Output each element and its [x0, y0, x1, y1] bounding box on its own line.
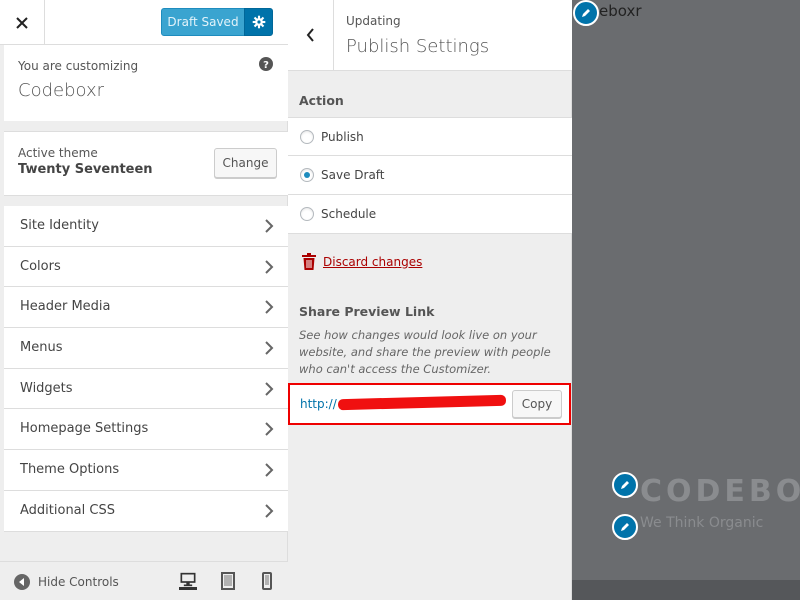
menu-item-theme-options[interactable]: Theme Options — [4, 450, 288, 491]
chevron-right-icon — [265, 422, 274, 437]
tablet-preview-icon[interactable] — [219, 572, 237, 590]
radio-publish[interactable]: Publish — [288, 117, 572, 156]
customizer-footer: Hide Controls — [0, 561, 288, 600]
publish-settings-header: Updating Publish Settings — [288, 0, 572, 71]
menu-item-label: Colors — [20, 258, 61, 274]
customizing-info: You are customizing Codeboxr ? — [4, 45, 288, 121]
redaction-mark — [337, 394, 507, 411]
menu-item-label: Header Media — [20, 299, 111, 315]
preview-tagline: We Think Organic — [640, 515, 764, 531]
share-preview-description: See how changes would look live on your … — [299, 328, 551, 376]
menu-item-label: Theme Options — [20, 462, 120, 478]
menu-item-homepage-settings[interactable]: Homepage Settings — [4, 409, 288, 451]
action-section-title: Action — [299, 93, 344, 108]
menu-item-widgets[interactable]: Widgets — [4, 368, 288, 410]
draft-saved-button[interactable]: Draft Saved — [161, 8, 245, 36]
chevron-right-icon — [265, 259, 274, 274]
gear-icon — [252, 15, 265, 29]
publish-settings-panel: Updating Publish Settings Action Publish… — [288, 0, 572, 600]
customizer-sidebar: Draft Saved You are customizing Codeboxr… — [0, 0, 288, 600]
preview-bottom-strip — [572, 580, 800, 600]
menu-item-label: Additional CSS — [20, 502, 115, 518]
change-theme-button[interactable]: Change — [214, 148, 277, 178]
menu-item-colors[interactable]: Colors — [4, 246, 288, 288]
chevron-right-icon — [265, 504, 274, 518]
chevron-right-icon — [265, 463, 274, 477]
theme-name: Twenty Seventeen — [18, 162, 153, 177]
svg-text:?: ? — [263, 60, 269, 71]
desktop-preview-icon[interactable] — [179, 572, 197, 590]
pencil-icon — [582, 9, 590, 17]
site-preview: eboxr CODEBO We Think Organic — [572, 0, 800, 600]
edit-shortcut-button[interactable] — [573, 0, 599, 26]
edit-shortcut-button[interactable] — [612, 514, 638, 540]
copy-button[interactable]: Copy — [512, 390, 562, 418]
radio-button[interactable] — [300, 207, 314, 221]
chevron-right-icon — [265, 382, 274, 396]
chevron-left-icon — [306, 28, 314, 42]
radio-schedule[interactable]: Schedule — [288, 195, 572, 234]
share-preview-title: Share Preview Link — [299, 304, 435, 319]
active-theme-label: Active theme — [18, 146, 98, 160]
radio-label: Schedule — [321, 207, 377, 221]
discard-changes-link[interactable]: Discard changes — [301, 253, 422, 270]
publish-settings-button[interactable] — [244, 8, 273, 36]
radio-button[interactable] — [300, 130, 314, 144]
updating-label: Updating — [346, 14, 401, 28]
site-title: Codeboxr — [18, 80, 105, 101]
menu-item-menus[interactable]: Menus — [4, 328, 288, 369]
radio-save-draft[interactable]: Save Draft — [288, 156, 572, 195]
customizer-menu: Site Identity Colors Header Media Menus … — [4, 206, 288, 532]
help-icon[interactable]: ? — [259, 57, 273, 71]
pencil-icon — [621, 481, 629, 489]
chevron-right-icon — [265, 341, 274, 355]
menu-item-header-media[interactable]: Header Media — [4, 287, 288, 329]
panel-title: Publish Settings — [346, 36, 490, 57]
close-icon — [16, 16, 28, 29]
preview-link-field[interactable]: http:// Copy — [288, 383, 571, 425]
mobile-preview-icon[interactable] — [258, 572, 276, 590]
pencil-icon — [621, 523, 629, 531]
radio-label: Publish — [321, 130, 364, 144]
menu-item-label: Homepage Settings — [20, 421, 149, 437]
preview-site-title: eboxr — [599, 2, 642, 20]
hide-controls-label: Hide Controls — [38, 575, 119, 589]
menu-item-site-identity[interactable]: Site Identity — [4, 206, 288, 247]
menu-item-label: Site Identity — [20, 218, 99, 233]
radio-label: Save Draft — [321, 168, 385, 182]
discard-changes-label: Discard changes — [323, 254, 423, 269]
menu-item-label: Menus — [20, 340, 63, 356]
customizer-header: Draft Saved — [0, 0, 288, 45]
chevron-right-icon — [265, 219, 274, 233]
collapse-icon — [14, 574, 30, 590]
customizing-label: You are customizing — [18, 59, 139, 73]
hide-controls-button[interactable]: Hide Controls — [14, 574, 119, 590]
radio-button[interactable] — [300, 168, 314, 182]
trash-icon — [302, 253, 316, 270]
active-theme-section: Active theme Twenty Seventeen Change — [4, 131, 288, 196]
preview-link-url[interactable]: http:// — [300, 397, 337, 411]
back-button[interactable] — [288, 0, 334, 70]
close-button[interactable] — [0, 0, 45, 45]
menu-item-additional-css[interactable]: Additional CSS — [4, 490, 288, 532]
preview-site-name: CODEBO — [640, 474, 800, 509]
menu-item-label: Widgets — [20, 380, 73, 396]
edit-shortcut-button[interactable] — [612, 472, 638, 498]
chevron-right-icon — [265, 300, 274, 315]
